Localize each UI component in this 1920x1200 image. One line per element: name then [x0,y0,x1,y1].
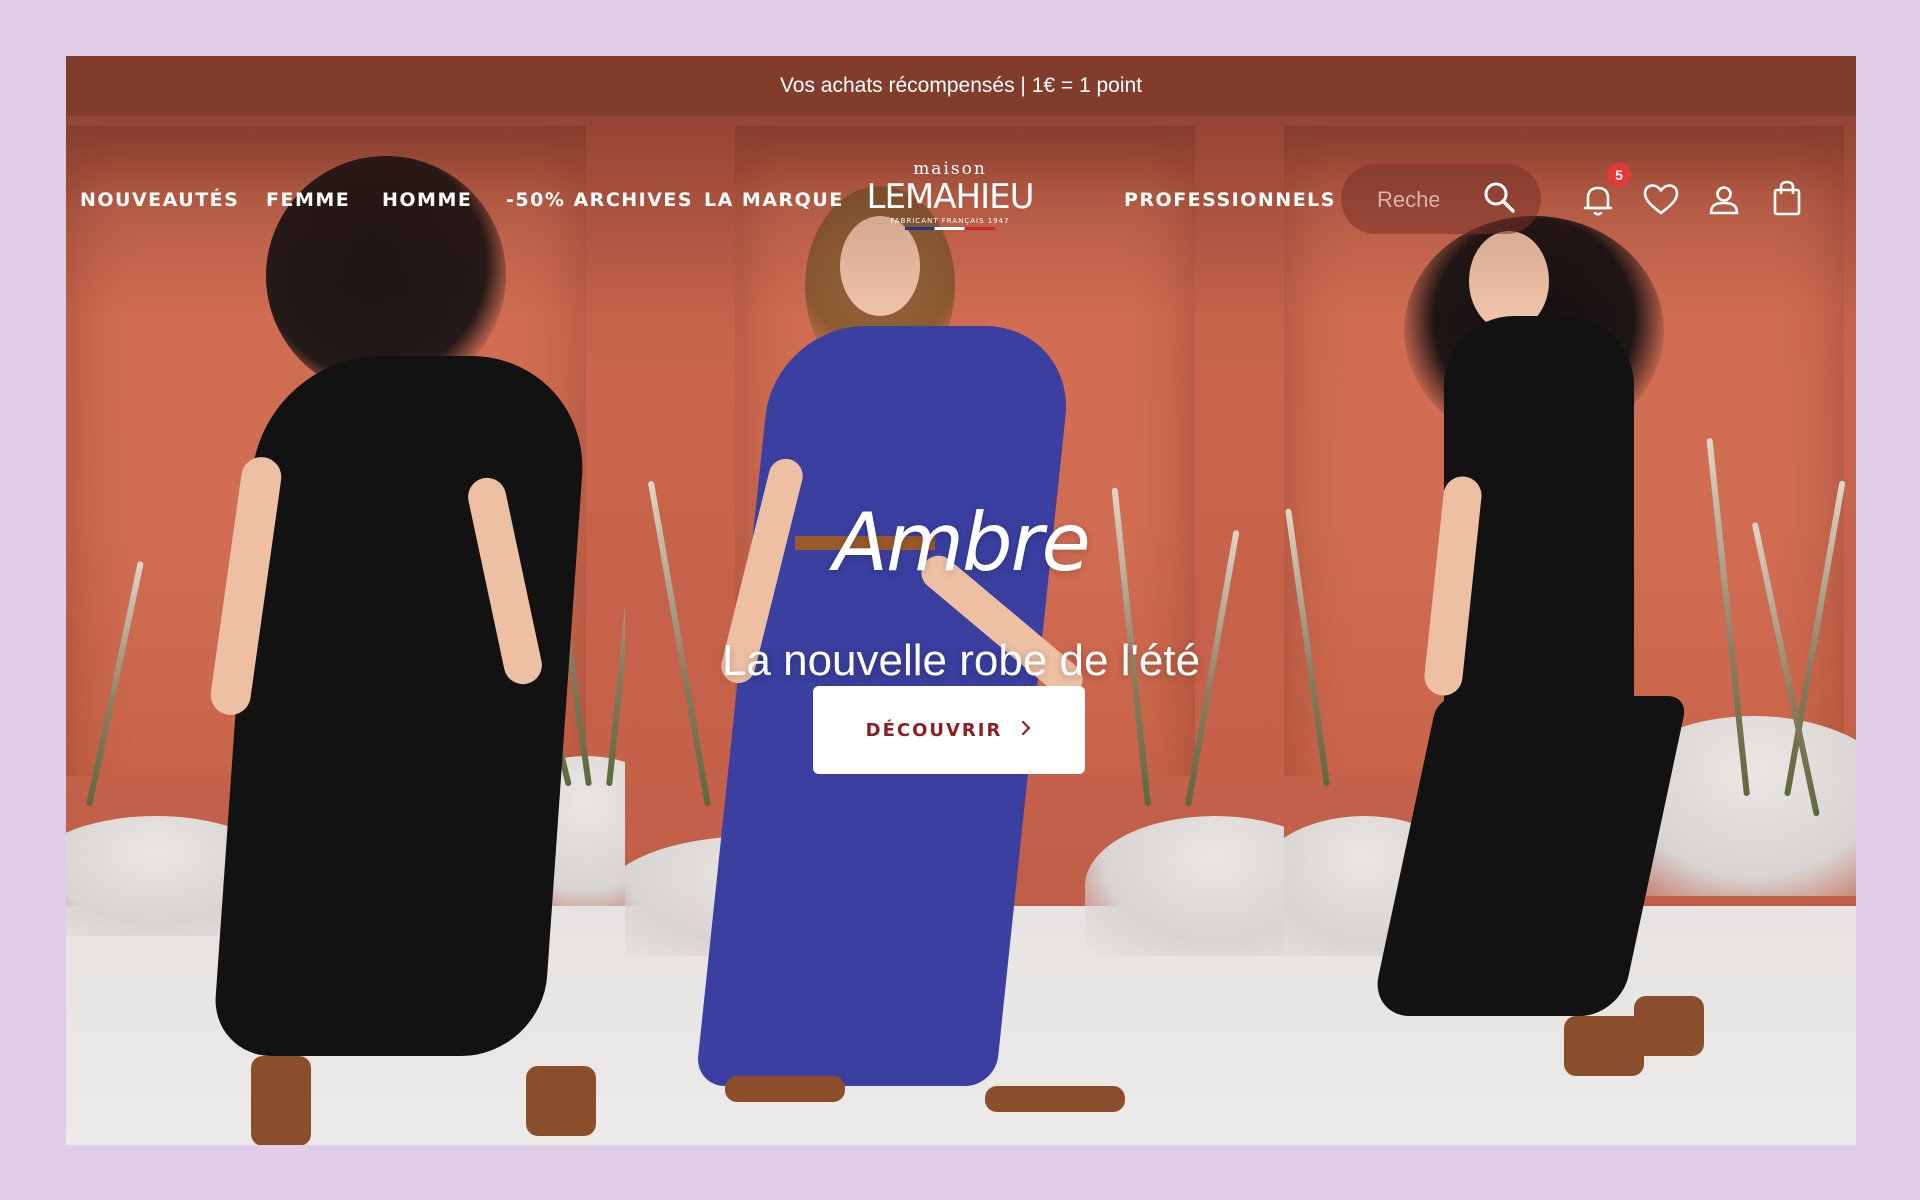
brand-logo[interactable]: maison LEMAHIEU FABRICANT FRANÇAIS 1947 [850,160,1050,240]
nav-item-nouveautes[interactable]: NOUVEAUTÉS [80,180,239,220]
search-icon[interactable] [1480,178,1520,218]
notification-badge: 5 [1607,163,1631,187]
logo-top-text: maison [913,159,987,179]
logo-main-text: LEMAHIEU [866,177,1035,217]
search-input[interactable] [1375,180,1441,220]
discover-button[interactable]: DÉCOUVRIR [813,686,1085,774]
nav-item-la-marque[interactable]: LA MARQUE [704,180,844,220]
nav-item-femme[interactable]: FEMME [266,180,350,220]
nav-item-archives[interactable]: -50% ARCHIVES [506,180,693,220]
chevron-right-icon [1020,720,1032,741]
heart-icon[interactable] [1641,180,1681,220]
website-viewport: Vos achats récompensés | 1€ = 1 point NO… [66,56,1856,1145]
shopping-bag-icon[interactable] [1767,178,1807,218]
hero-title: Ambre [833,496,1091,589]
hero-subtitle: La nouvelle robe de l'été [721,636,1201,685]
nav-item-professionnels[interactable]: PROFESSIONNELS [1124,180,1336,220]
promo-text: Vos achats récompensés | 1€ = 1 point [779,74,1143,97]
nav-item-homme[interactable]: HOMME [382,180,472,220]
promo-bar: Vos achats récompensés | 1€ = 1 point [66,56,1856,116]
bell-icon[interactable] [1578,180,1618,220]
french-flag-stripe [905,227,995,230]
user-icon[interactable] [1704,180,1744,220]
discover-button-label: DÉCOUVRIR [865,719,1003,741]
logo-sub-text: FABRICANT FRANÇAIS 1947 [890,217,1010,225]
